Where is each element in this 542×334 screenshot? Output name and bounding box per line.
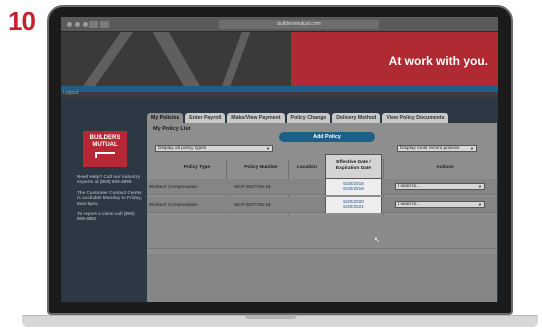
step-number: 10: [8, 6, 36, 36]
header-dates: Effective Date / Expiration Date: [325, 154, 382, 179]
builders-mutual-logo[interactable]: BUILDERS MUTUAL: [83, 131, 127, 167]
tab-my-policies[interactable]: My Policies: [147, 113, 184, 123]
add-policy-button[interactable]: Add Policy: [279, 132, 375, 142]
mouse-pointer-icon: ↖: [374, 237, 380, 244]
logo-line1: BUILDERS: [89, 135, 121, 141]
table-row[interactable]: Workers' Compensation WCP 0027726-16 5/2…: [147, 197, 497, 213]
tab-make-view-payment[interactable]: Make/View Payment: [227, 113, 285, 123]
maximize-window-icon[interactable]: [83, 22, 88, 27]
table-row[interactable]: Workers' Compensation WCP 0027726-16 5/2…: [147, 179, 497, 195]
tab-policy-change[interactable]: Policy Change: [286, 113, 331, 123]
tab-enter-payroll[interactable]: Enter Payroll: [185, 113, 226, 123]
row-dates: 5/20/2018 5/20/2019: [325, 179, 382, 195]
policy-panel: My Policy List Add Policy Display all po…: [147, 123, 497, 302]
chevron-down-icon: ▼: [478, 202, 482, 207]
tab-view-policy-documents[interactable]: View Policy Documents: [382, 113, 449, 123]
row-policy-number[interactable]: WCP 0027726-16: [234, 202, 270, 207]
address-bar[interactable]: buildersmutual.com: [219, 20, 379, 29]
header-policy-type: Policy Type: [183, 165, 211, 170]
row-policy-type: Workers' Compensation: [149, 184, 198, 189]
row-policy-number[interactable]: WCP 0027726-16: [234, 184, 270, 189]
header-location: Location: [297, 165, 317, 170]
row-action-value: I want to...: [398, 184, 421, 189]
portal-body: BUILDERS MUTUAL Need Help? Call our indu…: [61, 97, 498, 302]
policy-tabs: My Policies Enter Payroll Make/View Paym…: [147, 113, 449, 123]
logo-line2: MUTUAL: [92, 142, 118, 148]
chevron-down-icon: ▼: [478, 184, 482, 189]
row-expiration-date: 5/20/2021: [343, 204, 364, 210]
panel-empty-area: [147, 254, 497, 302]
chevron-down-icon: ▼: [266, 146, 270, 151]
hero-banner: At work with you.: [61, 32, 498, 86]
contact-center-text: The Customer Contact Center is available…: [77, 189, 143, 206]
recent-policies-filter[interactable]: Display most recent policies ▼: [397, 145, 477, 152]
row-policy-type: Workers' Compensation: [149, 202, 198, 207]
row-effective-date: 5/20/2018: [343, 181, 364, 186]
hero-slogan: At work with you.: [388, 54, 488, 68]
tab-delivery-method[interactable]: Delivery Method: [332, 113, 381, 123]
row-action-value: I want to...: [398, 202, 421, 207]
logo-mark-icon: [95, 152, 115, 158]
row-expiration-date: 5/20/2019: [343, 186, 364, 192]
claim-text: To report a claim call (800) 809-4862: [77, 211, 135, 222]
recent-policies-filter-value: Display most recent policies: [400, 146, 460, 151]
row-action-select[interactable]: I want to... ▼: [395, 183, 485, 190]
minimize-window-icon[interactable]: [75, 22, 80, 27]
row-dates: 5/20/2020 5/20/2021: [325, 197, 382, 213]
policy-list-title: My Policy List: [153, 126, 191, 132]
laptop-notch: [245, 315, 297, 319]
laptop-screen: buildersmutual.com At work with you. Log…: [61, 17, 498, 302]
sidebar-contact: Need Help? Call our industry experts at …: [77, 174, 145, 222]
header-policy-number: Policy Number: [244, 165, 278, 170]
header-actions: Actions: [436, 165, 454, 170]
help-text: Need Help? Call our industry experts at …: [77, 174, 141, 185]
chevron-down-icon: ▼: [470, 146, 474, 151]
policy-type-filter[interactable]: Display all policy types ▼: [155, 145, 273, 152]
back-button[interactable]: [89, 21, 98, 28]
logout-link[interactable]: Logout: [63, 90, 78, 96]
row-effective-date: 5/20/2020: [343, 199, 364, 204]
table-empty-row: [147, 215, 497, 249]
sidebar: BUILDERS MUTUAL Need Help? Call our indu…: [77, 131, 145, 302]
close-window-icon[interactable]: [67, 22, 72, 27]
table-header: Policy Type Policy Number Location Actio…: [147, 159, 497, 178]
nav-strip: [61, 86, 498, 92]
browser-toolbar: buildersmutual.com: [61, 17, 498, 32]
forward-button[interactable]: [100, 21, 109, 28]
row-action-select[interactable]: I want to... ▼: [395, 201, 485, 208]
policy-type-filter-value: Display all policy types: [158, 146, 207, 151]
